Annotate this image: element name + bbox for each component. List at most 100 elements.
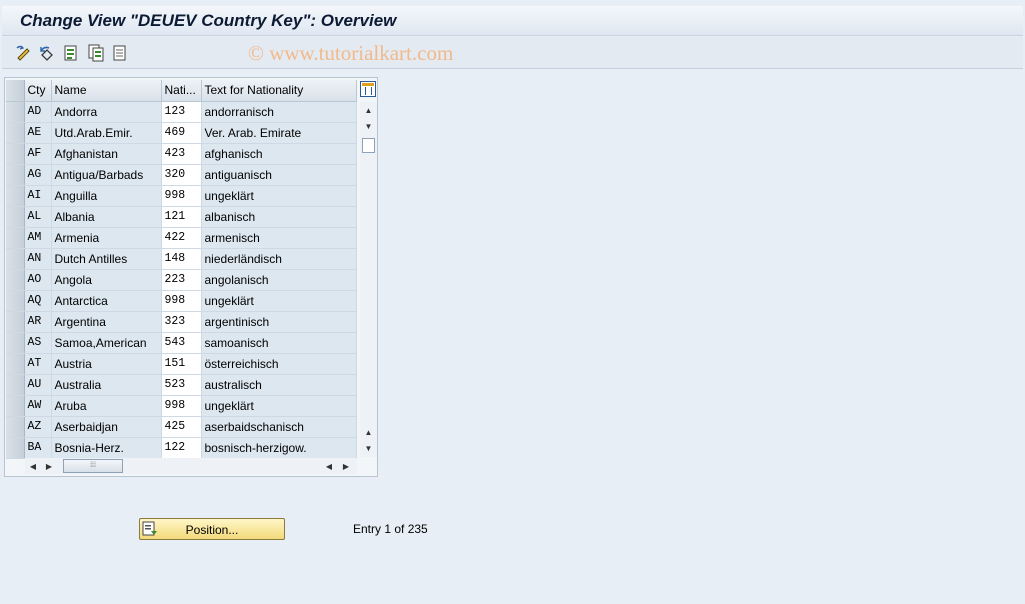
cell-nationality-input[interactable]: 320 (161, 164, 202, 186)
row-selector[interactable] (6, 122, 25, 144)
cell-text-for-nationality: aserbaidschanisch (201, 416, 357, 438)
row-selector[interactable] (6, 227, 25, 249)
table-row: AL Albania 121 albanisch (6, 206, 357, 228)
row-selector[interactable] (6, 185, 25, 207)
horizontal-scroll-thumb[interactable]: ⁞⁞⁞ (63, 459, 123, 473)
row-selector[interactable] (6, 332, 25, 354)
table-row: AU Australia 523 australisch (6, 374, 357, 396)
undo-icon[interactable] (37, 43, 57, 63)
delete-icon[interactable] (110, 43, 130, 63)
scroll-right-icon[interactable]: ▶ (41, 458, 57, 474)
cell-nationality-input[interactable]: 998 (161, 185, 202, 207)
copy-entries-icon[interactable] (86, 43, 106, 63)
vertical-scroll-thumb[interactable] (362, 138, 375, 153)
column-header-cty[interactable]: Cty (24, 80, 52, 102)
table-row: AQ Antarctica 998 ungeklärt (6, 290, 357, 312)
scroll-right-end-icon[interactable]: ▶ (338, 458, 354, 474)
cell-country-key: AF (24, 143, 52, 165)
select-all-column-header[interactable] (6, 80, 25, 102)
table-body: AD Andorra 123 andorranisch AE Utd.Arab.Emir.… (6, 101, 357, 459)
table-row: AR Argentina 323 argentinisch (6, 311, 357, 333)
cell-country-key: AT (24, 353, 52, 375)
cell-nationality-input[interactable]: 422 (161, 227, 202, 249)
cell-country-key: AR (24, 311, 52, 333)
cell-country-name: Bosnia-Herz. (51, 437, 162, 459)
cell-country-name: Albania (51, 206, 162, 228)
cell-nationality-input[interactable]: 148 (161, 248, 202, 270)
cell-text-for-nationality: bosnisch-herzigow. (201, 437, 357, 459)
cell-text-for-nationality: armenisch (201, 227, 357, 249)
cell-nationality-input[interactable]: 423 (161, 143, 202, 165)
cell-nationality-input[interactable]: 123 (161, 101, 202, 123)
vertical-scrollbar[interactable]: ▲ ▼ ▲ ▼ (360, 102, 377, 457)
column-header-name[interactable]: Name (51, 80, 162, 102)
cell-country-key: AW (24, 395, 52, 417)
cell-country-key: AQ (24, 290, 52, 312)
cell-country-key: AE (24, 122, 52, 144)
position-button-label: Position... (185, 523, 239, 537)
cell-nationality-input[interactable]: 425 (161, 416, 202, 438)
cell-text-for-nationality: andorranisch (201, 101, 357, 123)
cell-nationality-input[interactable]: 998 (161, 395, 202, 417)
cell-country-name: Utd.Arab.Emir. (51, 122, 162, 144)
cell-nationality-input[interactable]: 121 (161, 206, 202, 228)
table-row: AM Armenia 422 armenisch (6, 227, 357, 249)
table-row: AO Angola 223 angolanisch (6, 269, 357, 291)
scroll-up-bottom-icon[interactable]: ▲ (360, 424, 377, 440)
scroll-left-icon[interactable]: ◀ (25, 458, 41, 474)
cell-nationality-input[interactable]: 469 (161, 122, 202, 144)
row-selector[interactable] (6, 374, 25, 396)
column-header-text-for-nationality[interactable]: Text for Nationality (201, 80, 357, 102)
scroll-left-end-icon[interactable]: ◀ (321, 458, 337, 474)
row-selector[interactable] (6, 164, 25, 186)
row-selector[interactable] (6, 248, 25, 270)
cell-text-for-nationality: ungeklärt (201, 185, 357, 207)
cell-nationality-input[interactable]: 523 (161, 374, 202, 396)
cell-text-for-nationality: argentinisch (201, 311, 357, 333)
row-selector[interactable] (6, 437, 25, 459)
cell-text-for-nationality: australisch (201, 374, 357, 396)
column-header-nationality[interactable]: Nati... (161, 80, 202, 102)
title-bar: Change View "DEUEV Country Key": Overvie… (2, 6, 1023, 36)
cell-nationality-input[interactable]: 223 (161, 269, 202, 291)
row-selector[interactable] (6, 101, 25, 123)
cell-text-for-nationality: samoanisch (201, 332, 357, 354)
cell-country-name: Afghanistan (51, 143, 162, 165)
cell-country-name: Andorra (51, 101, 162, 123)
row-selector[interactable] (6, 416, 25, 438)
table-settings-icon[interactable] (360, 81, 376, 97)
cell-country-key: AN (24, 248, 52, 270)
row-selector[interactable] (6, 269, 25, 291)
cell-country-name: Aserbaidjan (51, 416, 162, 438)
row-selector[interactable] (6, 206, 25, 228)
cell-country-key: AO (24, 269, 52, 291)
row-selector[interactable] (6, 311, 25, 333)
scroll-up-icon[interactable]: ▲ (360, 102, 377, 118)
row-selector[interactable] (6, 353, 25, 375)
cell-country-name: Antigua/Barbads (51, 164, 162, 186)
cell-nationality-input[interactable]: 543 (161, 332, 202, 354)
cell-text-for-nationality: Ver. Arab. Emirate (201, 122, 357, 144)
edit-pencil-icon[interactable] (14, 43, 34, 63)
cell-text-for-nationality: ungeklärt (201, 290, 357, 312)
cell-text-for-nationality: angolanisch (201, 269, 357, 291)
scroll-down-icon[interactable]: ▼ (360, 440, 377, 456)
row-selector[interactable] (6, 290, 25, 312)
row-selector[interactable] (6, 143, 25, 165)
cell-nationality-input[interactable]: 122 (161, 437, 202, 459)
cell-nationality-input[interactable]: 151 (161, 353, 202, 375)
cell-country-name: Dutch Antilles (51, 248, 162, 270)
entry-counter: Entry 1 of 235 (353, 522, 428, 536)
cell-nationality-input[interactable]: 323 (161, 311, 202, 333)
cell-text-for-nationality: afghanisch (201, 143, 357, 165)
table-row: AS Samoa,American 543 samoanisch (6, 332, 357, 354)
new-entries-icon[interactable] (61, 43, 81, 63)
application-toolbar: © www.tutorialkart.com (2, 37, 1023, 69)
cell-nationality-input[interactable]: 998 (161, 290, 202, 312)
page-down-icon[interactable]: ▼ (360, 118, 377, 134)
position-button[interactable]: Position... (139, 518, 285, 540)
cell-text-for-nationality: niederländisch (201, 248, 357, 270)
table-row: AZ Aserbaidjan 425 aserbaidschanisch (6, 416, 357, 438)
row-selector[interactable] (6, 395, 25, 417)
horizontal-scrollbar[interactable]: ◀ ▶ ⁞⁞⁞ ◀ ▶ (25, 458, 357, 474)
